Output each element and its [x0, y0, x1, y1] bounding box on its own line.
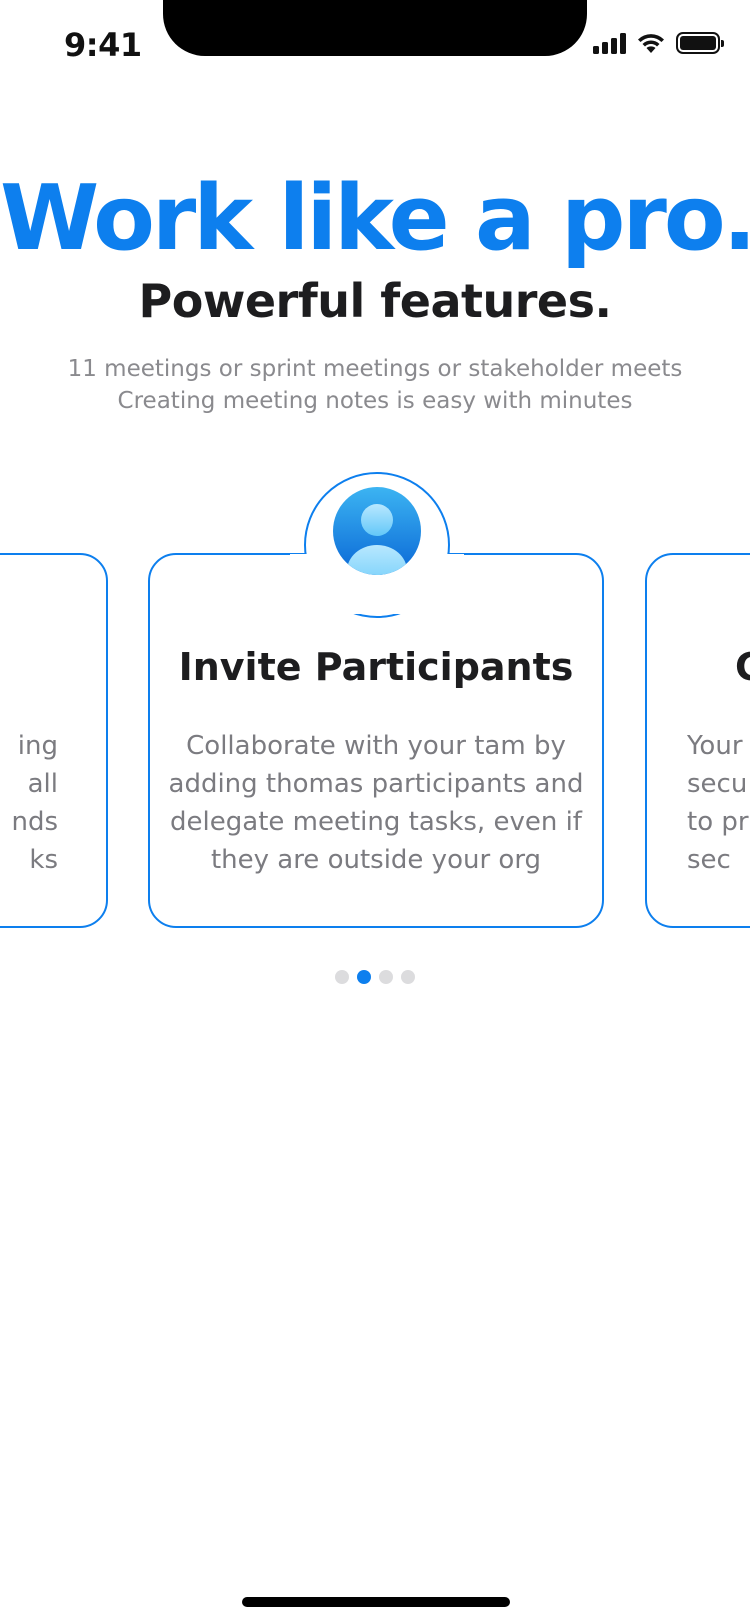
card-body: Your secu to pr sec [647, 727, 750, 879]
card-body-line: ing [17, 731, 58, 761]
card-body-line: Collaborate with your tam by [186, 731, 566, 761]
home-indicator[interactable] [242, 1597, 510, 1607]
card-body-line: to pr [687, 807, 749, 837]
card-body-line: Your [687, 731, 743, 761]
card-body-line: sec [687, 845, 731, 875]
headline: Work like a pro. [0, 166, 750, 271]
page-dot[interactable] [379, 970, 393, 984]
carousel-page-indicator[interactable] [0, 970, 750, 984]
device-notch [163, 0, 587, 56]
feature-card-next[interactable]: C Your secu to pr sec [645, 553, 750, 928]
card-body-line: all [27, 769, 58, 799]
page-dot-active[interactable] [357, 970, 371, 984]
card-body-line: they are outside your org [210, 845, 542, 875]
description-line: Creating meeting notes is easy with minu… [117, 388, 633, 414]
user-avatar-icon [333, 487, 421, 575]
card-body: Collaborate with your tam by adding thom… [150, 727, 602, 879]
battery-icon [676, 32, 724, 54]
card-body-line: ks [29, 845, 58, 875]
card-body-line: delegate meeting tasks, even if [170, 807, 582, 837]
card-title: Invite Participants [178, 645, 574, 689]
description-line: 11 meetings or sprint meetings or stakeh… [67, 356, 683, 382]
feature-card-previous[interactable]: ing all nds ks [0, 553, 108, 928]
wifi-icon [638, 34, 664, 53]
page-dot[interactable] [401, 970, 415, 984]
cellular-signal-icon [593, 32, 626, 54]
card-body-line: adding thomas participants and [168, 769, 584, 799]
card-body: ing all nds ks [0, 727, 106, 879]
card-title: C [647, 645, 750, 689]
onboarding-screen: 9:41 Work like a pro. Powerful features.… [0, 0, 750, 1624]
card-body-line: secu [687, 769, 748, 799]
page-dot[interactable] [335, 970, 349, 984]
description: 11 meetings or sprint meetings or stakeh… [0, 353, 750, 417]
status-icons [593, 32, 724, 54]
card-body-line: nds [11, 807, 58, 837]
status-time: 9:41 [64, 26, 142, 64]
subheadline: Powerful features. [138, 274, 612, 328]
